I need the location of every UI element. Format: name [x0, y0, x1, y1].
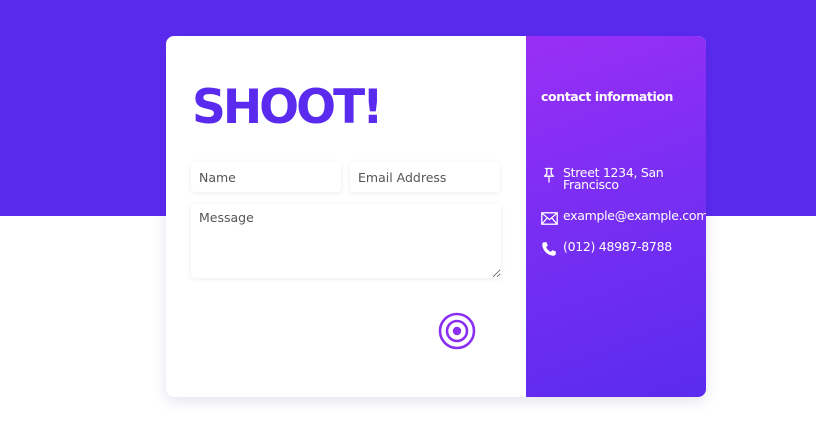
phone-icon: [540, 241, 558, 257]
email-input[interactable]: [350, 162, 500, 192]
contact-address: Street 1234, San Francisco: [540, 165, 700, 192]
contact-phone: (012) 48987-8788: [540, 240, 700, 257]
send-button[interactable]: [438, 312, 476, 350]
name-input[interactable]: [191, 162, 341, 192]
contact-card: SHOOT! contact information Street 1234, …: [166, 36, 706, 397]
message-textarea[interactable]: [191, 204, 501, 278]
contact-email: example@example.com: [540, 209, 706, 226]
email-text[interactable]: example@example.com: [563, 209, 706, 222]
contact-info-title: contact information: [541, 89, 674, 104]
address-text: Street 1234, San Francisco: [563, 165, 664, 192]
pushpin-icon: [540, 167, 558, 183]
envelope-icon: [540, 210, 558, 226]
target-send-icon: [438, 312, 476, 350]
contact-form: SHOOT!: [166, 36, 526, 397]
phone-text[interactable]: (012) 48987-8788: [563, 240, 672, 253]
contact-info-panel: contact information Street 1234, San Fra…: [526, 36, 706, 397]
form-title: SHOOT!: [192, 80, 384, 135]
